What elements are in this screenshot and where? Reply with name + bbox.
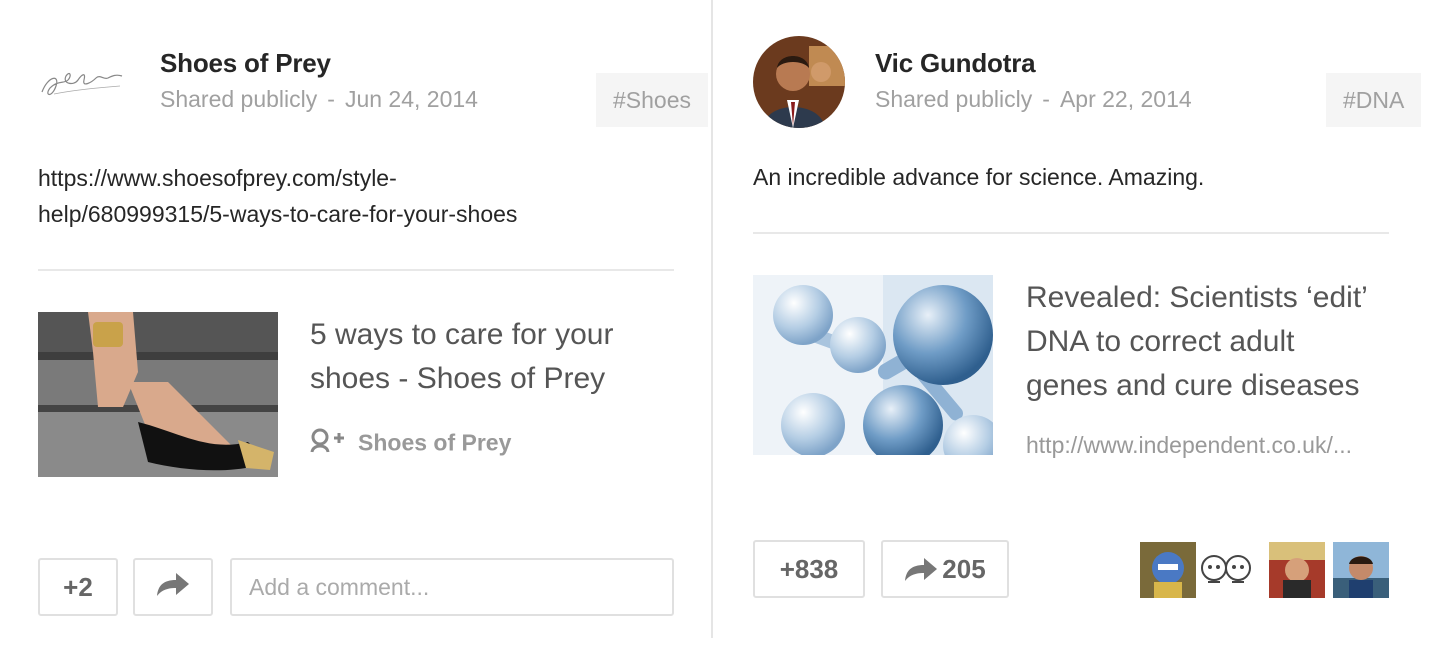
plusoner-avatar[interactable]	[1269, 542, 1325, 598]
visibility-label[interactable]: Shared publicly	[160, 86, 317, 112]
post-text-line[interactable]: help/680999315/5-ways-to-care-for-your-s…	[38, 196, 517, 232]
link-thumbnail[interactable]	[753, 275, 993, 455]
link-title-line: genes and cure diseases	[1026, 369, 1360, 402]
profile-photo	[753, 36, 845, 128]
plusoner-avatar[interactable]	[1198, 542, 1254, 598]
share-arrow-icon	[904, 556, 938, 582]
link-title-line: DNA to correct adult	[1026, 325, 1295, 358]
link-source-name[interactable]: Shoes of Prey	[358, 430, 511, 456]
comment-input[interactable]: Add a comment...	[230, 558, 674, 616]
share-button[interactable]	[133, 558, 213, 616]
post-meta: Shared publicly - Jun 24, 2014	[160, 86, 478, 113]
molecule-image	[753, 275, 993, 455]
author-avatar[interactable]	[34, 36, 126, 128]
link-source[interactable]: Shoes of Prey	[310, 426, 511, 460]
author-name[interactable]: Vic Gundotra	[875, 48, 1036, 79]
link-url[interactable]: http://www.independent.co.uk/...	[1026, 432, 1352, 459]
post-card-vic-gundotra: Vic Gundotra Shared publicly - Apr 22, 201…	[714, 0, 1431, 654]
share-arrow-icon	[156, 571, 190, 604]
shoe-photo	[38, 312, 278, 477]
content-divider	[753, 232, 1389, 234]
post-text: An incredible advance for science. Amazi…	[753, 164, 1205, 190]
share-button[interactable]: 205	[881, 540, 1009, 598]
plusoner-avatar[interactable]	[1140, 542, 1196, 598]
link-thumbnail[interactable]	[38, 312, 278, 477]
post-text-line[interactable]: https://www.shoesofprey.com/style-	[38, 160, 517, 196]
plus-one-button[interactable]: +838	[753, 540, 865, 598]
visibility-label[interactable]: Shared publicly	[875, 86, 1032, 112]
signature-logo	[34, 36, 126, 128]
author-name[interactable]: Shoes of Prey	[160, 48, 331, 79]
link-title-line: shoes - Shoes of Prey	[310, 362, 606, 395]
google-plus-page-icon	[310, 426, 346, 460]
content-divider	[38, 269, 674, 271]
author-avatar[interactable]	[753, 36, 845, 128]
plusoner-avatar[interactable]	[1333, 542, 1389, 598]
post-card-shoes-of-prey: Shoes of Prey Shared publicly - Jun 24, 20…	[0, 0, 712, 654]
link-title-line: 5 ways to care for your	[310, 318, 614, 351]
hashtag-badge[interactable]: #Shoes	[596, 73, 709, 127]
link-title[interactable]: 5 ways to care for your shoes - Shoes of…	[310, 313, 613, 401]
plus-one-button[interactable]: +2	[38, 558, 118, 616]
post-date[interactable]: Jun 24, 2014	[345, 86, 478, 112]
post-meta: Shared publicly - Apr 22, 2014	[875, 86, 1192, 113]
post-date[interactable]: Apr 22, 2014	[1060, 86, 1192, 112]
share-count: 205	[942, 553, 986, 584]
hashtag-badge[interactable]: #DNA	[1326, 73, 1422, 127]
meta-separator: -	[327, 86, 335, 112]
meta-separator: -	[1042, 86, 1050, 112]
link-title-line: Revealed: Scientists ‘edit’	[1026, 281, 1368, 314]
link-title[interactable]: Revealed: Scientists ‘edit’ DNA to corre…	[1026, 276, 1368, 408]
post-text: https://www.shoesofprey.com/style- help/…	[38, 160, 517, 232]
